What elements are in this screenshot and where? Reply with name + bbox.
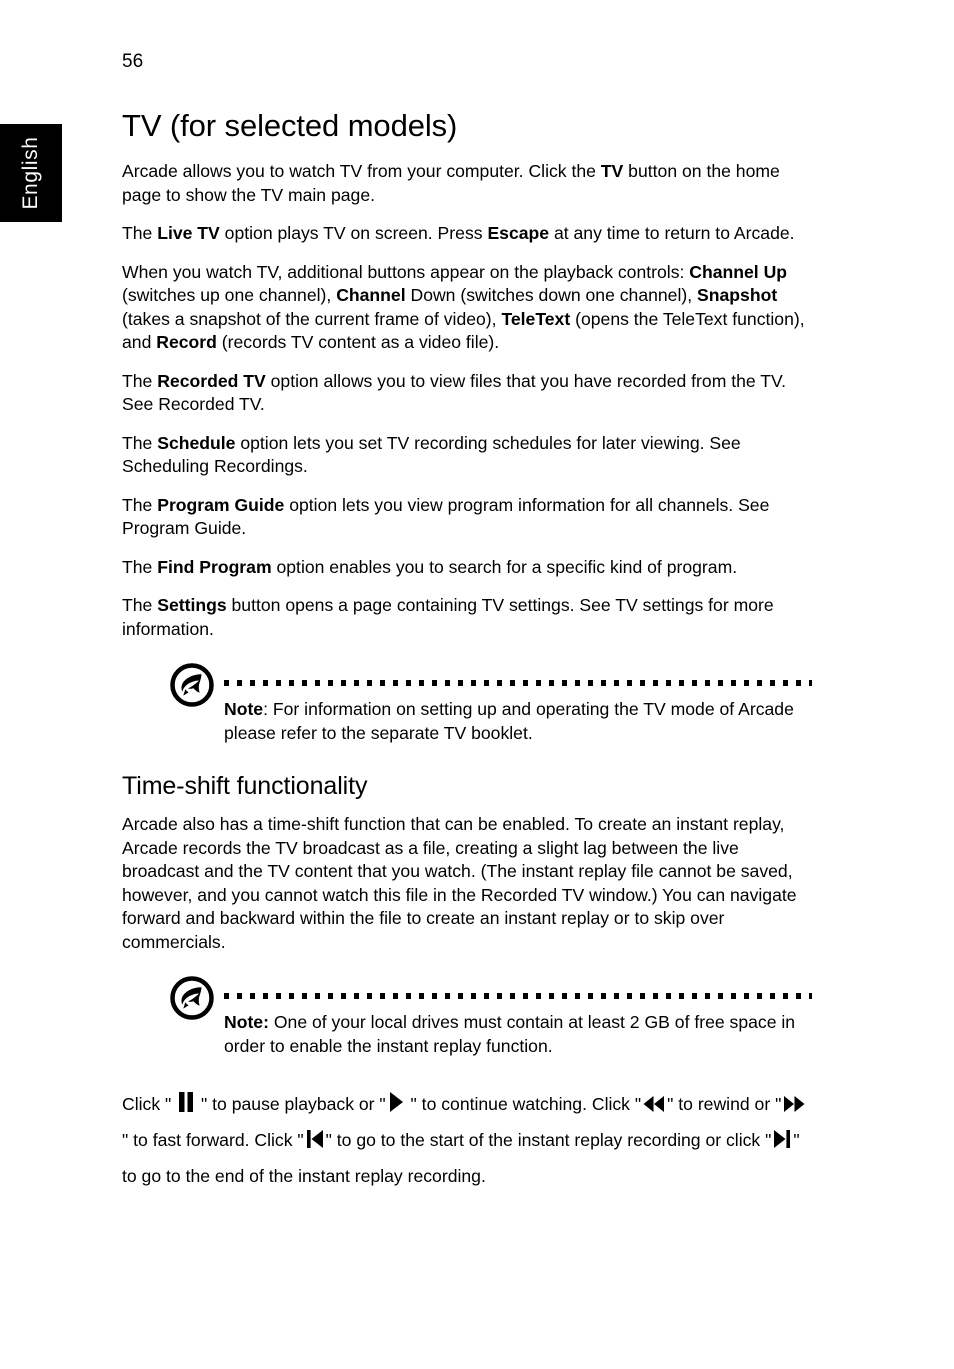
acer-note-icon (170, 976, 214, 1020)
section-title-time-shift: Time-shift functionality (122, 772, 368, 800)
text-run: The (122, 494, 158, 515)
playback-instructions-paragraph: Click " " to pause playback or " " to co… (122, 1086, 812, 1194)
text-run: " to pause playback or " (196, 1094, 386, 1114)
bold-term: Program Guide (157, 494, 285, 515)
bold-term: TeleText (501, 308, 571, 329)
pause-icon (178, 1092, 194, 1112)
paragraph: When you watch TV, additional buttons ap… (122, 261, 812, 355)
bold-term: Live TV (157, 223, 220, 243)
bold-term: Record (156, 332, 217, 352)
text-run: at any time to return to Arcade. (549, 223, 795, 243)
paragraph: The Live TV option plays TV on screen. P… (122, 222, 812, 246)
paragraph: The Schedule option lets you set TV reco… (122, 432, 812, 479)
text-run: : For information on setting up and oper… (224, 699, 794, 743)
note-callout-disk-space: Note: One of your local drives must cont… (122, 976, 812, 1058)
bold-term: Channel Up (689, 261, 788, 282)
bold-term: Note (224, 699, 264, 719)
text-run: " to go to the start of the instant repl… (325, 1130, 772, 1150)
note-callout-tv-booklet: Note: For information on setting up and … (122, 663, 812, 745)
bold-term: Note: (224, 1012, 269, 1032)
page-number: 56 (122, 51, 144, 72)
text-run: (takes a snapshot of the current frame o… (122, 308, 502, 329)
play-icon (388, 1092, 404, 1112)
bold-term: Channel (336, 285, 406, 305)
skip-to-start-icon (306, 1130, 324, 1148)
paragraph: Arcade allows you to watch TV from your … (122, 160, 812, 207)
text-run: The (122, 370, 158, 391)
text-run: One of your local drives must contain at… (224, 1012, 796, 1056)
note-text: Note: One of your local drives must cont… (224, 976, 812, 1058)
text-run: The (122, 556, 158, 577)
page-title: TV (for selected models) (122, 108, 458, 143)
text-run: The (122, 595, 158, 615)
skip-to-end-icon (773, 1130, 791, 1148)
bold-term: TV (600, 161, 624, 181)
bold-term: Settings (157, 595, 227, 615)
bold-term: Find Program (157, 556, 272, 577)
language-tab-label: English (19, 136, 42, 210)
text-run: The (122, 432, 158, 453)
paragraph: The Find Program option enables you to s… (122, 556, 812, 580)
paragraph: The Settings button opens a page contain… (122, 594, 812, 641)
document-page: English 56 TV (for selected models) Arca… (0, 0, 954, 1369)
paragraph: Arcade also has a time-shift function th… (122, 813, 812, 954)
bold-term: Snapshot (697, 285, 778, 305)
bold-term: Recorded TV (157, 370, 266, 391)
text-run: Arcade also has a time-shift function th… (122, 814, 797, 952)
text-run: Arcade allows you to watch TV from your … (122, 161, 601, 181)
note-divider-rule (224, 680, 812, 686)
text-run: When you watch TV, additional buttons ap… (122, 261, 690, 282)
note-text: Note: For information on setting up and … (224, 663, 812, 745)
acer-note-icon (170, 663, 214, 707)
note-divider-rule (224, 993, 812, 999)
text-run: option enables you to search for a speci… (271, 556, 738, 577)
bold-term: Schedule (157, 432, 236, 453)
paragraph: The Recorded TV option allows you to vie… (122, 370, 812, 417)
chapter-body: Arcade allows you to watch TV from your … (122, 160, 812, 641)
text-run: " to fast forward. Click " (122, 1130, 304, 1150)
text-run: " to continue watching. Click " (405, 1094, 642, 1114)
text-run: Down (switches down one channel), (405, 285, 698, 305)
text-run: (switches up one channel), (122, 285, 337, 305)
text-run: option plays TV on screen. Press (219, 223, 488, 243)
text-run: Click " (122, 1094, 177, 1114)
language-tab: English (0, 124, 62, 222)
fast-forward-icon (783, 1096, 805, 1112)
page-content-column: 56 TV (for selected models) Arcade allow… (122, 50, 812, 1194)
paragraph: The Program Guide option lets you view p… (122, 494, 812, 541)
text-run: " to rewind or " (667, 1094, 782, 1114)
bold-term: Escape (487, 223, 550, 243)
rewind-icon (643, 1096, 665, 1112)
text-run: (records TV content as a video file). (216, 332, 500, 352)
text-run: The (122, 223, 158, 243)
